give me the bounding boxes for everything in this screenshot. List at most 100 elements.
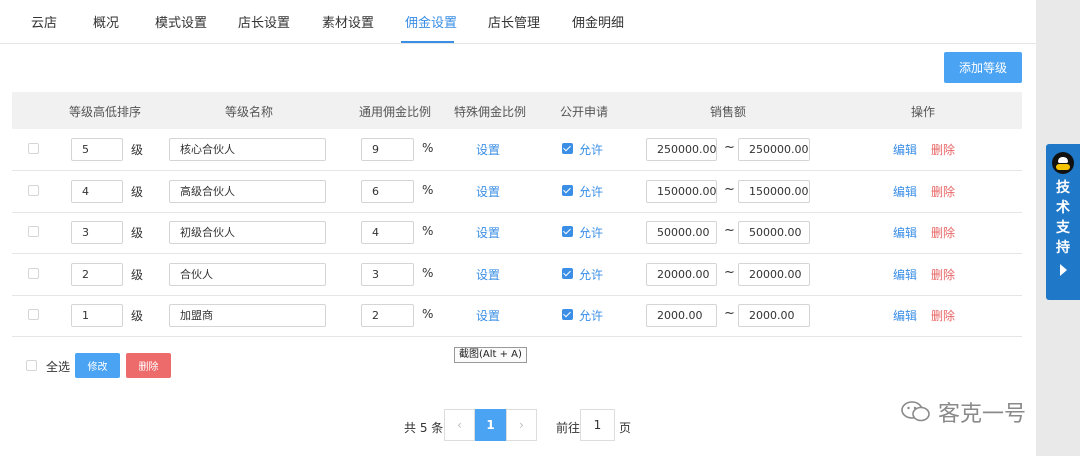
pager-next-button[interactable]: › (506, 409, 537, 441)
rank-input[interactable]: 3 (71, 221, 123, 244)
level-unit: 级 (131, 185, 144, 199)
edit-link[interactable]: 编辑 (893, 183, 917, 200)
level-name-input[interactable]: 初级合伙人 (169, 221, 326, 244)
sales-min-input[interactable]: 250000.00 (646, 138, 717, 161)
tab-yundian[interactable]: 云店 (31, 12, 57, 31)
public-apply-label: 允许 (579, 143, 604, 157)
special-rate-link[interactable]: 设置 (476, 266, 500, 283)
pager-goto-input[interactable]: 1 (580, 409, 615, 441)
special-rate-link[interactable]: 设置 (476, 224, 500, 241)
percent-unit: % (422, 224, 434, 238)
range-separator: ~ (724, 306, 735, 321)
sales-min-input[interactable]: 50000.00 (646, 221, 717, 244)
table-row: 1 级加盟商 2% 设置 允许 2000.00 ~2000.00 编辑 删除 (12, 295, 1022, 337)
delete-link[interactable]: 删除 (931, 224, 955, 241)
sales-max-input[interactable]: 20000.00 (738, 263, 810, 286)
rate-input[interactable]: 3 (361, 263, 414, 286)
bulk-delete-button[interactable]: 删除 (126, 353, 171, 378)
row-checkbox[interactable] (28, 226, 39, 237)
rate-input[interactable]: 4 (361, 221, 414, 244)
header-actions: 操作 (911, 105, 936, 119)
qq-icon (1052, 152, 1074, 174)
row-checkbox[interactable] (28, 185, 39, 196)
sales-max-input[interactable]: 250000.00 (738, 138, 810, 161)
level-name-input[interactable]: 高级合伙人 (169, 180, 326, 203)
rank-input[interactable]: 5 (71, 138, 123, 161)
range-separator: ~ (724, 140, 735, 155)
level-name-input[interactable]: 合伙人 (169, 263, 326, 286)
sales-min-input[interactable]: 2000.00 (646, 304, 717, 327)
tab-material-settings[interactable]: 素材设置 (322, 12, 374, 31)
percent-unit: % (422, 183, 434, 197)
watermark-text: 客克一号 (938, 402, 1027, 427)
special-rate-link[interactable]: 设置 (476, 141, 500, 158)
edit-link[interactable]: 编辑 (893, 307, 917, 324)
delete-link[interactable]: 删除 (931, 141, 955, 158)
tab-overview[interactable]: 概况 (93, 12, 119, 31)
row-checkbox[interactable] (28, 143, 39, 154)
row-checkbox[interactable] (28, 309, 39, 320)
table-row: 2 级合伙人 3% 设置 允许 20000.00 ~20000.00 编辑 删除 (12, 254, 1022, 296)
rate-input[interactable]: 6 (361, 180, 414, 203)
edit-link[interactable]: 编辑 (893, 141, 917, 158)
delete-link[interactable]: 删除 (931, 307, 955, 324)
sales-min-input[interactable]: 20000.00 (646, 263, 717, 286)
screenshot-tooltip: 截图(Alt + A) (454, 347, 527, 363)
sales-min-input[interactable]: 150000.00 (646, 180, 717, 203)
percent-unit: % (422, 266, 434, 280)
table-row: 4 级高级合伙人 6% 设置 允许 150000.00 ~150000.00 编辑 删除 (12, 171, 1022, 213)
active-tab-indicator (401, 41, 454, 43)
pager-prev-button[interactable]: ‹ (444, 409, 475, 441)
rank-input[interactable]: 4 (71, 180, 123, 203)
add-level-button[interactable]: 添加等级 (944, 52, 1022, 83)
public-apply-checkbox[interactable] (562, 226, 573, 237)
public-apply-checkbox[interactable] (562, 268, 573, 279)
sales-max-input[interactable]: 2000.00 (738, 304, 810, 327)
level-unit: 级 (131, 268, 144, 282)
expand-arrow-icon (1059, 264, 1067, 276)
level-name-input[interactable]: 加盟商 (169, 304, 326, 327)
public-apply-label: 允许 (579, 185, 604, 199)
edit-link[interactable]: 编辑 (893, 266, 917, 283)
edit-link[interactable]: 编辑 (893, 224, 917, 241)
rate-input[interactable]: 2 (361, 304, 414, 327)
rank-input[interactable]: 2 (71, 263, 123, 286)
level-unit: 级 (131, 143, 144, 157)
tab-manager-settings[interactable]: 店长设置 (238, 12, 290, 31)
public-apply-label: 允许 (579, 268, 604, 282)
sales-max-input[interactable]: 50000.00 (738, 221, 810, 244)
rank-input[interactable]: 1 (71, 304, 123, 327)
level-name-input[interactable]: 核心合伙人 (169, 138, 326, 161)
header-name: 等级名称 (225, 105, 274, 119)
special-rate-link[interactable]: 设置 (476, 307, 500, 324)
public-apply-label: 允许 (579, 226, 604, 240)
delete-link[interactable]: 删除 (931, 183, 955, 200)
bulk-edit-button[interactable]: 修改 (75, 353, 120, 378)
range-separator: ~ (724, 265, 735, 280)
tech-support-label: 技术支持 (1056, 180, 1070, 256)
level-unit: 级 (131, 226, 144, 240)
header-public-apply: 公开申请 (560, 105, 609, 119)
range-separator: ~ (724, 223, 735, 238)
tab-mode-settings[interactable]: 模式设置 (155, 12, 207, 31)
top-nav: 云店 概况 模式设置 店长设置 素材设置 佣金设置 店长管理 佣金明细 (0, 0, 1036, 44)
tab-commission-details[interactable]: 佣金明细 (572, 12, 624, 31)
public-apply-label: 允许 (579, 309, 604, 323)
delete-link[interactable]: 删除 (931, 266, 955, 283)
tab-manager-management[interactable]: 店长管理 (488, 12, 540, 31)
special-rate-link[interactable]: 设置 (476, 183, 500, 200)
sales-max-input[interactable]: 150000.00 (738, 180, 810, 203)
pager-current-page[interactable]: 1 (475, 409, 506, 441)
table-row: 5 级核心合伙人 9% 设置 允许 250000.00 ~250000.00 编辑 删除 (12, 129, 1022, 171)
percent-unit: % (422, 307, 434, 321)
row-checkbox[interactable] (28, 268, 39, 279)
public-apply-checkbox[interactable] (562, 185, 573, 196)
public-apply-checkbox[interactable] (562, 143, 573, 154)
tech-support-widget[interactable]: 技术支持 (1046, 144, 1080, 300)
header-special-rate: 特殊佣金比例 (454, 105, 527, 119)
header-rank: 等级高低排序 (69, 105, 142, 119)
select-all-checkbox[interactable] (26, 360, 37, 371)
public-apply-checkbox[interactable] (562, 309, 573, 320)
tab-commission-settings[interactable]: 佣金设置 (405, 12, 457, 31)
rate-input[interactable]: 9 (361, 138, 414, 161)
